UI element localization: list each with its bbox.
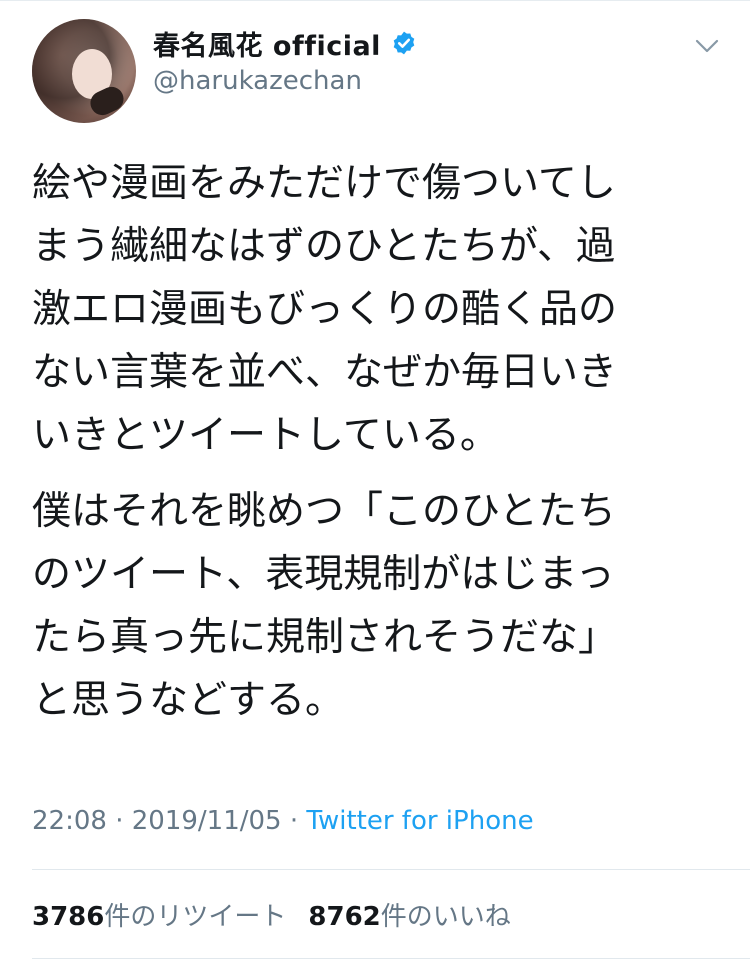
retweets-label: 件のリツイート	[104, 902, 287, 932]
likes-count: 8762	[308, 902, 381, 932]
tweet-paragraph: 僕はそれを眺めつ「このひとたち のツイート、表現規制がはじまっ たら真っ先に規制…	[32, 489, 618, 723]
retweets-count: 3786	[32, 902, 105, 932]
tweet-header: 春名風花 official @harukazechan	[0, 0, 750, 130]
display-name-row[interactable]: 春名風花 official	[153, 24, 417, 63]
tweet-paragraph: 絵や漫画をみただけで傷ついてし まう繊細なはずのひとたちが、過 激エロ漫画もびっ…	[32, 161, 618, 458]
tweet-time[interactable]: 22:08	[32, 806, 107, 836]
retweets-stat[interactable]: 3786件のリツイート	[32, 902, 286, 932]
tweet-source-link[interactable]: Twitter for iPhone	[306, 806, 533, 836]
chevron-down-icon[interactable]	[692, 30, 722, 60]
tweet-date[interactable]: 2019/11/05	[132, 806, 282, 836]
stats-divider-top	[32, 869, 750, 870]
stats-divider-bottom	[32, 958, 750, 959]
meta-separator: ·	[289, 806, 299, 836]
user-handle[interactable]: @harukazechan	[153, 66, 362, 96]
avatar[interactable]	[32, 19, 136, 123]
verified-badge-icon	[393, 31, 415, 55]
tweet-text: 絵や漫画をみただけで傷ついてし まう繊細なはずのひとたちが、過 激エロ漫画もびっ…	[32, 152, 722, 732]
display-name[interactable]: 春名風花 official	[153, 24, 381, 63]
meta-separator: ·	[115, 806, 124, 836]
likes-label: 件のいいね	[380, 902, 511, 932]
likes-stat[interactable]: 8762件のいいね	[308, 902, 510, 932]
tweet-stats: 3786件のリツイート 8762件のいいね	[32, 896, 511, 933]
tweet-meta: 22:08 · 2019/11/05 · Twitter for iPhone	[32, 806, 534, 836]
